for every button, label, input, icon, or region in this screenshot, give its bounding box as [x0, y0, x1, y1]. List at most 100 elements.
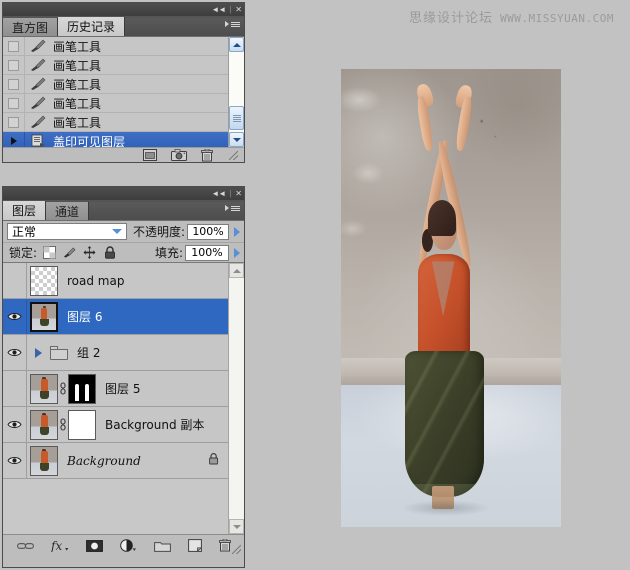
layers-resize-grip[interactable] [232, 545, 241, 554]
new-adjustment-layer-icon[interactable] [119, 539, 137, 552]
layer-visibility-toggle[interactable] [3, 335, 27, 370]
layer-visibility-toggle[interactable] [3, 371, 27, 406]
opacity-slider-arrow-icon[interactable] [234, 226, 240, 237]
opacity-label: 不透明度: [133, 225, 186, 239]
tab-channels[interactable]: 通道 [46, 202, 90, 220]
tabstrip-filler [89, 202, 244, 220]
history-item-selected[interactable]: 盖印可见图层 [3, 131, 228, 147]
collapse-icon[interactable]: ◄◄ [211, 189, 226, 198]
brush-icon [25, 94, 51, 113]
history-item-label: 画笔工具 [53, 96, 102, 111]
fill-slider-arrow-icon[interactable] [234, 247, 240, 258]
layer-style-fx-icon[interactable]: fx [51, 539, 69, 552]
photo-right-edge [561, 69, 568, 527]
layers-panel-menu-icon[interactable] [225, 205, 240, 211]
lock-position-icon[interactable] [83, 246, 96, 259]
layer-thumbnail[interactable] [30, 409, 58, 440]
layer-name[interactable]: Background 副本 [105, 416, 204, 433]
layer-visibility-toggle[interactable] [3, 407, 27, 442]
layer-row[interactable]: Background [3, 443, 228, 479]
scroll-up-arrow-icon[interactable] [229, 37, 244, 52]
titlebar-separator: | [229, 5, 232, 14]
dancer-green-skirt [404, 350, 485, 498]
history-scrollbar[interactable] [228, 37, 244, 147]
blend-mode-value: 正常 [12, 225, 37, 239]
delete-layer-icon[interactable] [218, 539, 231, 552]
add-layer-mask-icon[interactable] [85, 539, 103, 552]
scroll-down-arrow-icon[interactable] [229, 519, 244, 534]
tab-history[interactable]: 历史记录 [58, 17, 126, 36]
layer-name[interactable]: 组 2 [77, 344, 100, 361]
layers-footer: fx [3, 534, 244, 556]
close-icon[interactable]: ✕ [235, 5, 242, 14]
layer-name[interactable]: 图层 5 [105, 380, 140, 397]
layer-visibility-toggle[interactable] [3, 263, 27, 298]
eye-icon [7, 421, 22, 428]
layer-row[interactable]: Background 副本 [3, 407, 228, 443]
layer-group-row[interactable]: 组 2 [3, 335, 228, 371]
lock-image-pixels-icon[interactable] [63, 246, 76, 259]
history-snapshot-toggle[interactable] [3, 55, 25, 75]
layer-visibility-toggle[interactable] [3, 443, 27, 478]
chevron-down-icon[interactable] [109, 225, 124, 238]
document-canvas-image[interactable] [341, 69, 568, 527]
tab-histogram[interactable]: 直方图 [3, 18, 59, 36]
history-snapshot-toggle[interactable] [3, 74, 25, 94]
history-snapshot-toggle[interactable] [3, 93, 25, 113]
lock-fill-row: 锁定: 填充: 100% [3, 242, 244, 263]
layer-row-selected[interactable]: 图层 6 [3, 299, 228, 335]
new-snapshot-icon[interactable] [171, 149, 187, 161]
layer-thumbnail[interactable] [30, 373, 58, 404]
history-scroll-thumb[interactable] [229, 106, 244, 130]
history-resize-grip[interactable] [229, 150, 238, 160]
layer-row[interactable]: 图层 5 [3, 371, 228, 407]
new-document-from-state-icon[interactable] [143, 149, 157, 161]
history-snapshot-toggle[interactable] [3, 37, 25, 56]
history-item[interactable]: 画笔工具 [3, 93, 228, 113]
history-panel-menu-icon[interactable] [225, 21, 240, 27]
history-item[interactable]: 画笔工具 [3, 55, 228, 75]
history-panel-titlebar[interactable]: ◄◄ | ✕ [3, 3, 244, 16]
layer-thumbnail[interactable] [30, 445, 58, 476]
collapse-icon[interactable]: ◄◄ [211, 5, 226, 14]
history-snapshot-toggle[interactable] [3, 112, 25, 132]
history-item[interactable]: 画笔工具 [3, 74, 228, 94]
menu-lines-icon [231, 205, 240, 211]
layer-visibility-toggle[interactable] [3, 299, 27, 334]
new-group-icon[interactable] [153, 540, 171, 552]
mask-link-icon[interactable] [58, 418, 68, 431]
layer-thumbnail[interactable] [30, 301, 58, 332]
history-current-state-arrow[interactable] [3, 131, 25, 147]
scroll-down-arrow-icon[interactable] [229, 132, 244, 147]
opacity-input[interactable]: 100% [187, 223, 229, 240]
link-layers-icon[interactable] [16, 541, 34, 551]
fill-input[interactable]: 100% [185, 244, 229, 261]
delete-state-icon[interactable] [201, 148, 213, 162]
layer-thumbnail[interactable] [30, 265, 58, 296]
layers-panel-titlebar[interactable]: ◄◄ | ✕ [3, 187, 244, 200]
layer-row[interactable]: road map [3, 263, 228, 299]
history-item[interactable]: 画笔工具 [3, 112, 228, 132]
close-icon[interactable]: ✕ [235, 189, 242, 198]
mask-link-icon[interactable] [58, 382, 68, 395]
locked-layer-icon [208, 452, 219, 470]
new-layer-icon[interactable] [187, 539, 202, 552]
lock-transparent-pixels-icon[interactable] [43, 246, 57, 259]
lock-all-icon[interactable] [103, 246, 116, 259]
blend-mode-select[interactable]: 正常 [7, 223, 128, 240]
tab-layers[interactable]: 图层 [3, 201, 47, 220]
layer-mask-thumbnail[interactable] [68, 373, 96, 404]
layer-name[interactable]: Background [67, 454, 141, 468]
layer-mask-thumbnail[interactable] [68, 409, 96, 440]
history-scroll-track[interactable] [229, 52, 244, 132]
fill-label: 填充: [154, 246, 183, 260]
layers-scrollbar[interactable] [228, 263, 244, 534]
group-expand-arrow-icon[interactable] [35, 347, 42, 358]
layer-name[interactable]: road map [67, 274, 124, 288]
layer-name[interactable]: 图层 6 [67, 308, 102, 325]
brush-icon [25, 113, 51, 132]
scroll-up-arrow-icon[interactable] [229, 263, 244, 278]
eye-icon [7, 457, 22, 464]
history-panel: ◄◄ | ✕ 直方图 历史记录 画笔工具 画笔工具 画笔工具 画笔工具 画笔工具… [2, 2, 245, 163]
history-item[interactable]: 画笔工具 [3, 37, 228, 56]
